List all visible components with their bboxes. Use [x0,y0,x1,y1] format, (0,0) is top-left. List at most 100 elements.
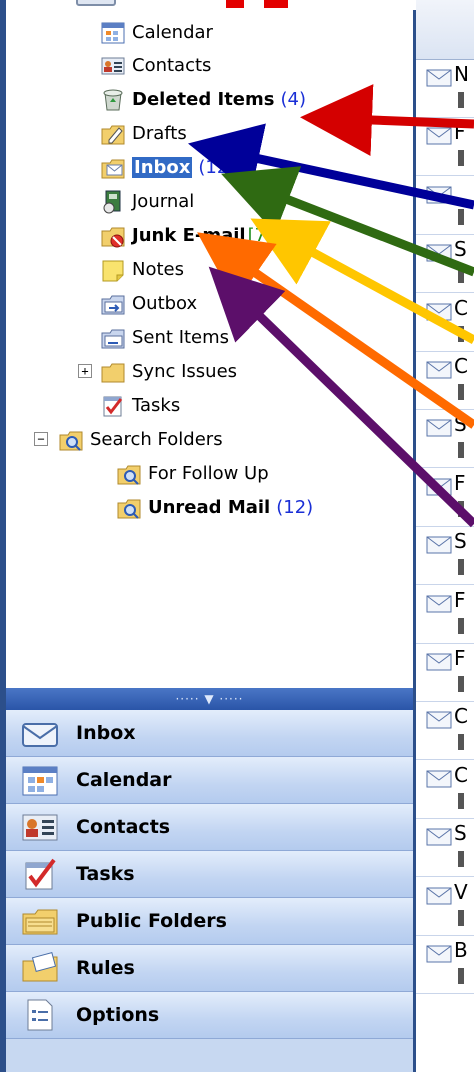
nav-button-contacts[interactable]: Contacts [6,804,413,851]
message-sender-initial: F [454,120,466,145]
message-row[interactable]: S [416,410,474,469]
message-row[interactable]: F [416,469,474,527]
pane-splitter[interactable]: ····· ▼ ····· [6,688,413,710]
folder-drafts[interactable]: Drafts [100,118,187,148]
nav-button-label: Contacts [76,816,171,838]
folder-sent-items[interactable]: Sent Items [100,322,229,352]
nav-button-label: Options [76,1004,160,1026]
message-row[interactable]: F [416,644,474,702]
message-list-header [416,0,474,60]
message-sender-initial: S [454,529,467,554]
message-preview-fragment [458,92,464,108]
journal-icon [100,188,126,214]
folder-sync-issues[interactable]: Sync Issues [100,356,237,386]
drafts-folder-icon [100,120,126,146]
unread-count: (12) [198,156,236,178]
message-sender-initial: C [454,704,468,729]
folder-label: Junk E-mail [132,224,246,246]
message-preview-fragment [458,150,464,167]
message-sender-initial: F [454,587,466,612]
message-preview-fragment [458,909,464,926]
envelope-icon [426,243,454,263]
message-sender-initial: C [454,762,468,787]
public-folders-icon [20,904,60,938]
message-row[interactable]: B [416,936,474,994]
envelope-icon [426,302,454,322]
message-row[interactable]: C [416,352,474,410]
nav-button-options[interactable]: Options [6,992,413,1039]
message-sender-initial: V [454,879,468,904]
folder-tasks[interactable]: Tasks [100,390,180,420]
message-list[interactable]: N F S C C S F S F F C C S V B [416,0,474,1072]
folder-pane: Calendar Contacts Deleted Items (4) Draf… [0,0,419,688]
message-sender-initial: F [454,646,466,670]
envelope-icon [426,535,454,555]
navigation-pane: ····· ▼ ····· Inbox Calendar Contacts Ta… [0,688,416,1072]
message-sender-initial: B [454,938,468,962]
nav-button-calendar[interactable]: Calendar [6,757,413,804]
folder-label: Calendar [132,21,213,43]
message-row[interactable]: V [416,878,474,936]
folder-unread-mail[interactable]: Unread Mail (12) [116,492,313,522]
truncated-top-strip [12,0,419,10]
message-preview-fragment [458,500,464,517]
envelope-icon [426,68,454,88]
notes-icon [100,256,126,282]
message-preview-fragment [458,792,464,809]
folder-junk-email[interactable]: Junk E-mail [7] [100,220,273,250]
red-mark-fragment [264,0,288,8]
search-folder-icon [116,494,142,520]
nav-button-tasks[interactable]: Tasks [6,851,413,898]
nav-button-rules[interactable]: Rules [6,945,413,992]
message-row[interactable]: C [416,761,474,819]
folder-label: Notes [132,258,184,280]
message-preview-fragment [458,559,464,576]
calendar-icon [20,763,60,797]
envelope-icon [426,827,454,847]
contacts-card-icon [100,52,126,78]
tasks-icon [20,857,60,891]
nav-button-label: Calendar [76,769,172,791]
message-row[interactable]: F [416,586,474,644]
folder-outbox[interactable]: Outbox [100,288,197,318]
message-row[interactable] [416,177,474,235]
sent-items-icon [100,324,126,350]
envelope-icon [426,594,454,614]
nav-button-inbox[interactable]: Inbox [6,710,413,757]
folder-search-folders[interactable]: Search Folders [58,424,223,454]
folder-label: Outbox [132,292,198,314]
folder-label: Sync Issues [132,360,238,382]
message-row[interactable]: C [416,294,474,352]
envelope-icon [426,769,454,789]
folder-calendar[interactable]: Calendar [100,17,213,47]
nav-button-public-folders[interactable]: Public Folders [6,898,413,945]
folder-for-follow-up[interactable]: For Follow Up [116,458,269,488]
expand-sync-issues-toggle[interactable]: + [78,364,92,378]
message-row[interactable]: N [416,60,474,118]
rules-folder-icon [20,951,60,985]
recycle-bin-icon [100,86,126,112]
message-row[interactable]: F [416,118,474,177]
inbox-envelope-icon [20,716,60,750]
envelope-icon [426,652,454,672]
folder-label: For Follow Up [148,462,269,484]
folder-notes[interactable]: Notes [100,254,184,284]
message-row[interactable]: C [416,702,474,761]
mailbox-icon-fragment [76,0,116,6]
inbox-folder-icon [100,154,126,180]
message-sender-initial: S [454,412,467,437]
collapse-search-folders-toggle[interactable]: − [34,432,48,446]
message-row[interactable]: S [416,235,474,294]
folder-label: Drafts [132,122,187,144]
folder-label: Journal [132,190,195,212]
message-preview-fragment [458,208,464,225]
calendar-icon [100,19,126,45]
folder-deleted-items[interactable]: Deleted Items (4) [100,84,306,114]
message-preview-fragment [458,676,464,692]
outbox-folder-icon [100,290,126,316]
folder-contacts[interactable]: Contacts [100,50,211,80]
folder-inbox[interactable]: Inbox (12) [100,152,235,182]
message-row[interactable]: S [416,819,474,878]
message-row[interactable]: S [416,527,474,586]
folder-journal[interactable]: Journal [100,186,194,216]
